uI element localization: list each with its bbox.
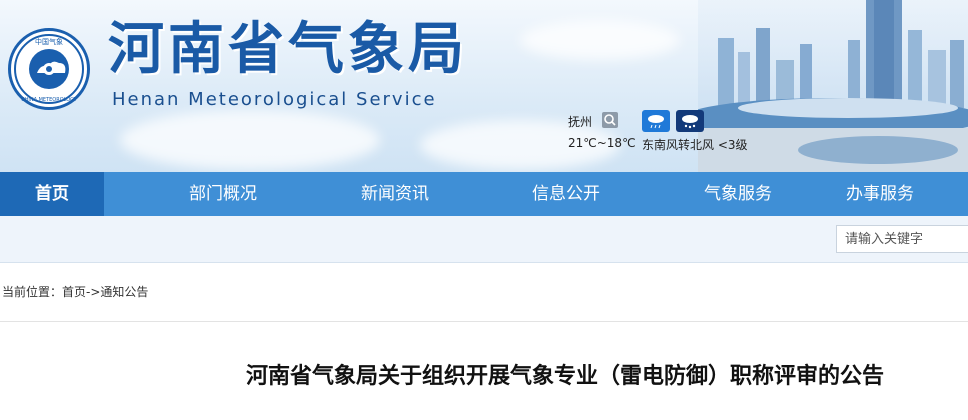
- cma-logo[interactable]: 中国气象 CHINA METEOROLOGY: [8, 28, 90, 110]
- light-rain-icon: [642, 110, 670, 132]
- weather-wind: 东南风转北风 <3级: [642, 138, 748, 152]
- search-icon[interactable]: [602, 112, 618, 128]
- nav-item-home[interactable]: 首页: [0, 172, 104, 216]
- header-banner: 中国气象 CHINA METEOROLOGY 河南省气象局 Henan Mete…: [0, 0, 968, 172]
- nav-item-news[interactable]: 新闻资讯: [342, 172, 448, 216]
- breadcrumb-home-link[interactable]: 首页: [62, 285, 86, 299]
- article-title: 河南省气象局关于组织开展气象专业（雷电防御）职称评审的公告: [245, 364, 884, 389]
- weather-city[interactable]: 抚州: [568, 113, 592, 130]
- nav-item-weather-service[interactable]: 气象服务: [684, 172, 792, 216]
- breadcrumb: 当前位置：首页->通知公告: [0, 263, 968, 322]
- nav-item-info-disclosure[interactable]: 信息公开: [448, 172, 684, 216]
- cloud-decoration: [520, 20, 680, 60]
- cma-emblem-icon: 中国气象 CHINA METEOROLOGY: [14, 34, 84, 104]
- search-bar: [0, 216, 968, 263]
- site-subtitle: Henan Meteorological Service: [112, 89, 437, 110]
- search-input[interactable]: [836, 225, 968, 253]
- logo-ring-text: CHINA METEOROLOGY: [21, 97, 78, 103]
- breadcrumb-current[interactable]: 通知公告: [100, 285, 148, 299]
- breadcrumb-prefix: 当前位置：: [2, 285, 63, 299]
- snow-rain-icon: [676, 110, 704, 132]
- breadcrumb-separator: ->: [86, 285, 101, 299]
- nav-item-department[interactable]: 部门概况: [104, 172, 342, 216]
- breadcrumb-text: 当前位置：首页->通知公告: [2, 283, 148, 300]
- weather-temperature: 21℃~18℃: [568, 136, 636, 150]
- logo-top-text: 中国气象: [35, 37, 63, 46]
- weather-widget: 抚州 21℃~18℃ 东南风转北风 <3级: [568, 110, 768, 160]
- nav-item-office-service[interactable]: 办事服务: [792, 172, 968, 216]
- cloud-decoration: [120, 110, 380, 170]
- site-title: 河南省气象局: [108, 17, 468, 82]
- main-nav: 首页 部门概况 新闻资讯 信息公开 气象服务 办事服务: [0, 172, 968, 216]
